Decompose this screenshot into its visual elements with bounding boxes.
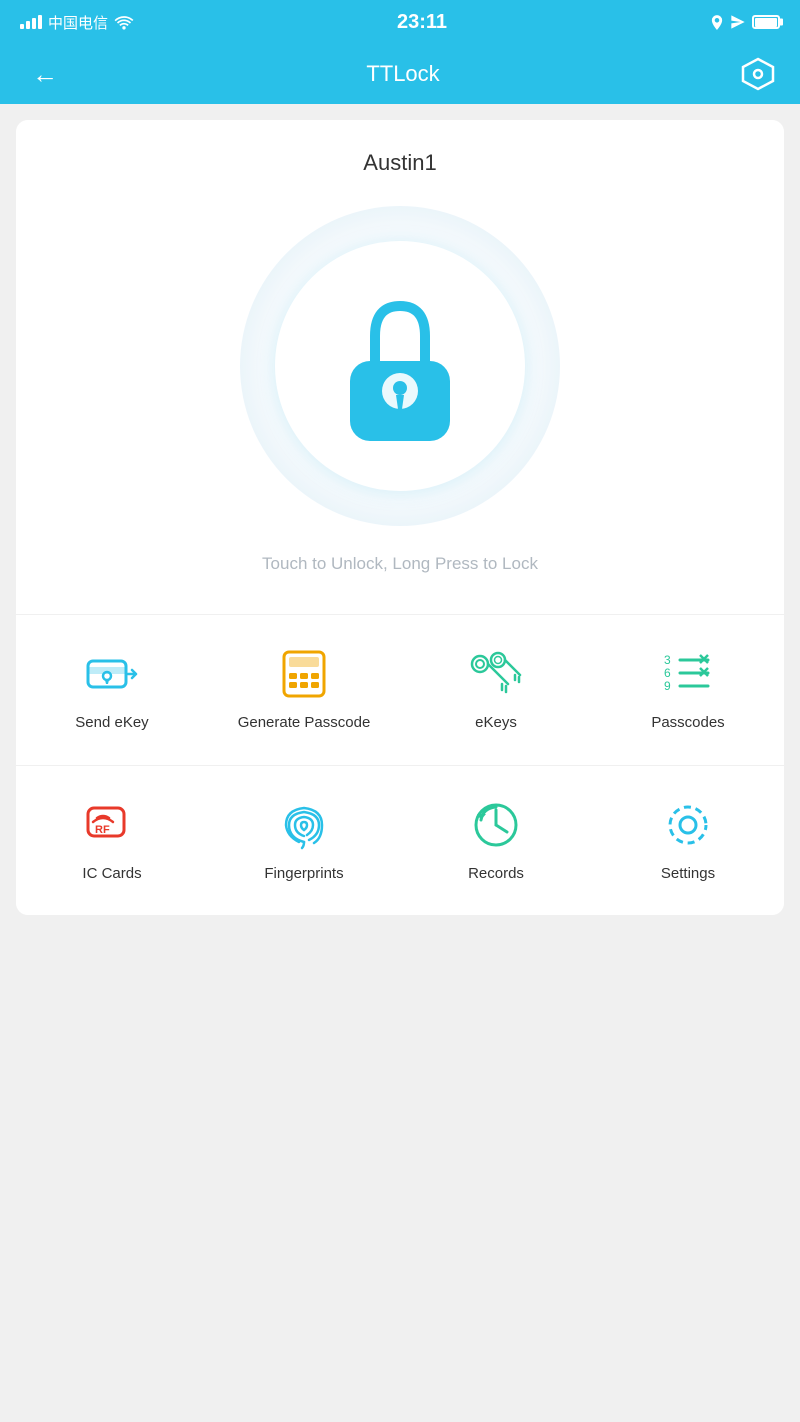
unlock-hint: Touch to Unlock, Long Press to Lock — [262, 554, 538, 574]
status-right — [710, 14, 780, 30]
settings-icon — [661, 798, 715, 852]
ic-cards-icon: RF — [85, 798, 139, 852]
status-bar: 中国电信 23:11 — [0, 0, 800, 44]
wifi-icon — [114, 14, 134, 30]
svg-text:9: 9 — [664, 679, 671, 693]
back-button[interactable]: ← — [24, 55, 66, 94]
menu-item-ic-cards[interactable]: RF IC Cards — [16, 776, 208, 906]
menu-row-1: Send eKey Generate Passco — [16, 615, 784, 765]
svg-text:3: 3 — [664, 653, 671, 667]
lock-circle-inner[interactable] — [275, 241, 525, 491]
fingerprints-icon — [277, 798, 331, 852]
records-label: Records — [468, 864, 524, 884]
records-icon — [469, 798, 523, 852]
passcodes-label: Passcodes — [651, 713, 724, 733]
menu-item-ekeys[interactable]: eKeys — [400, 625, 592, 755]
lock-circle-outer[interactable] — [240, 206, 560, 526]
ic-cards-label: IC Cards — [82, 864, 141, 884]
status-left: 中国电信 — [20, 12, 134, 33]
hex-icon — [740, 56, 776, 92]
lock-section[interactable]: Austin1 Touch to Unlock, Long Press to L… — [16, 120, 784, 614]
ekeys-icon — [469, 647, 523, 701]
header-settings-button[interactable] — [740, 56, 776, 92]
battery-icon — [752, 15, 780, 29]
svg-text:6: 6 — [664, 666, 671, 680]
bottom-spacer — [0, 931, 800, 1281]
menu-item-settings[interactable]: Settings — [592, 776, 784, 906]
menu-item-passcodes[interactable]: 3 6 9 Passcodes — [592, 625, 784, 755]
lock-icon — [330, 291, 470, 441]
signal-icon — [20, 15, 42, 29]
menu-item-send-ekey[interactable]: Send eKey — [16, 625, 208, 755]
location-icon — [710, 14, 724, 30]
settings-label: Settings — [661, 864, 715, 884]
carrier-text: 中国电信 — [48, 12, 108, 33]
fingerprints-label: Fingerprints — [264, 864, 343, 884]
generate-passcode-icon — [277, 647, 331, 701]
app-header: ← TTLock — [0, 44, 800, 104]
ekeys-label: eKeys — [475, 713, 517, 733]
send-ekey-icon — [85, 647, 139, 701]
menu-item-fingerprints[interactable]: Fingerprints — [208, 776, 400, 906]
status-time: 23:11 — [397, 11, 447, 34]
generate-passcode-label: Generate Passcode — [238, 713, 371, 733]
menu-item-generate-passcode[interactable]: Generate Passcode — [208, 625, 400, 755]
svg-text:RF: RF — [95, 824, 110, 836]
send-ekey-label: Send eKey — [75, 713, 148, 733]
menu-item-records[interactable]: Records — [400, 776, 592, 906]
passcodes-icon: 3 6 9 — [661, 647, 715, 701]
menu-row-2: RF IC Cards Fingerprints — [16, 766, 784, 916]
navigation-icon — [730, 14, 746, 30]
main-card: Austin1 Touch to Unlock, Long Press to L… — [16, 120, 784, 915]
header-title: TTLock — [366, 61, 439, 87]
lock-name: Austin1 — [363, 150, 436, 176]
